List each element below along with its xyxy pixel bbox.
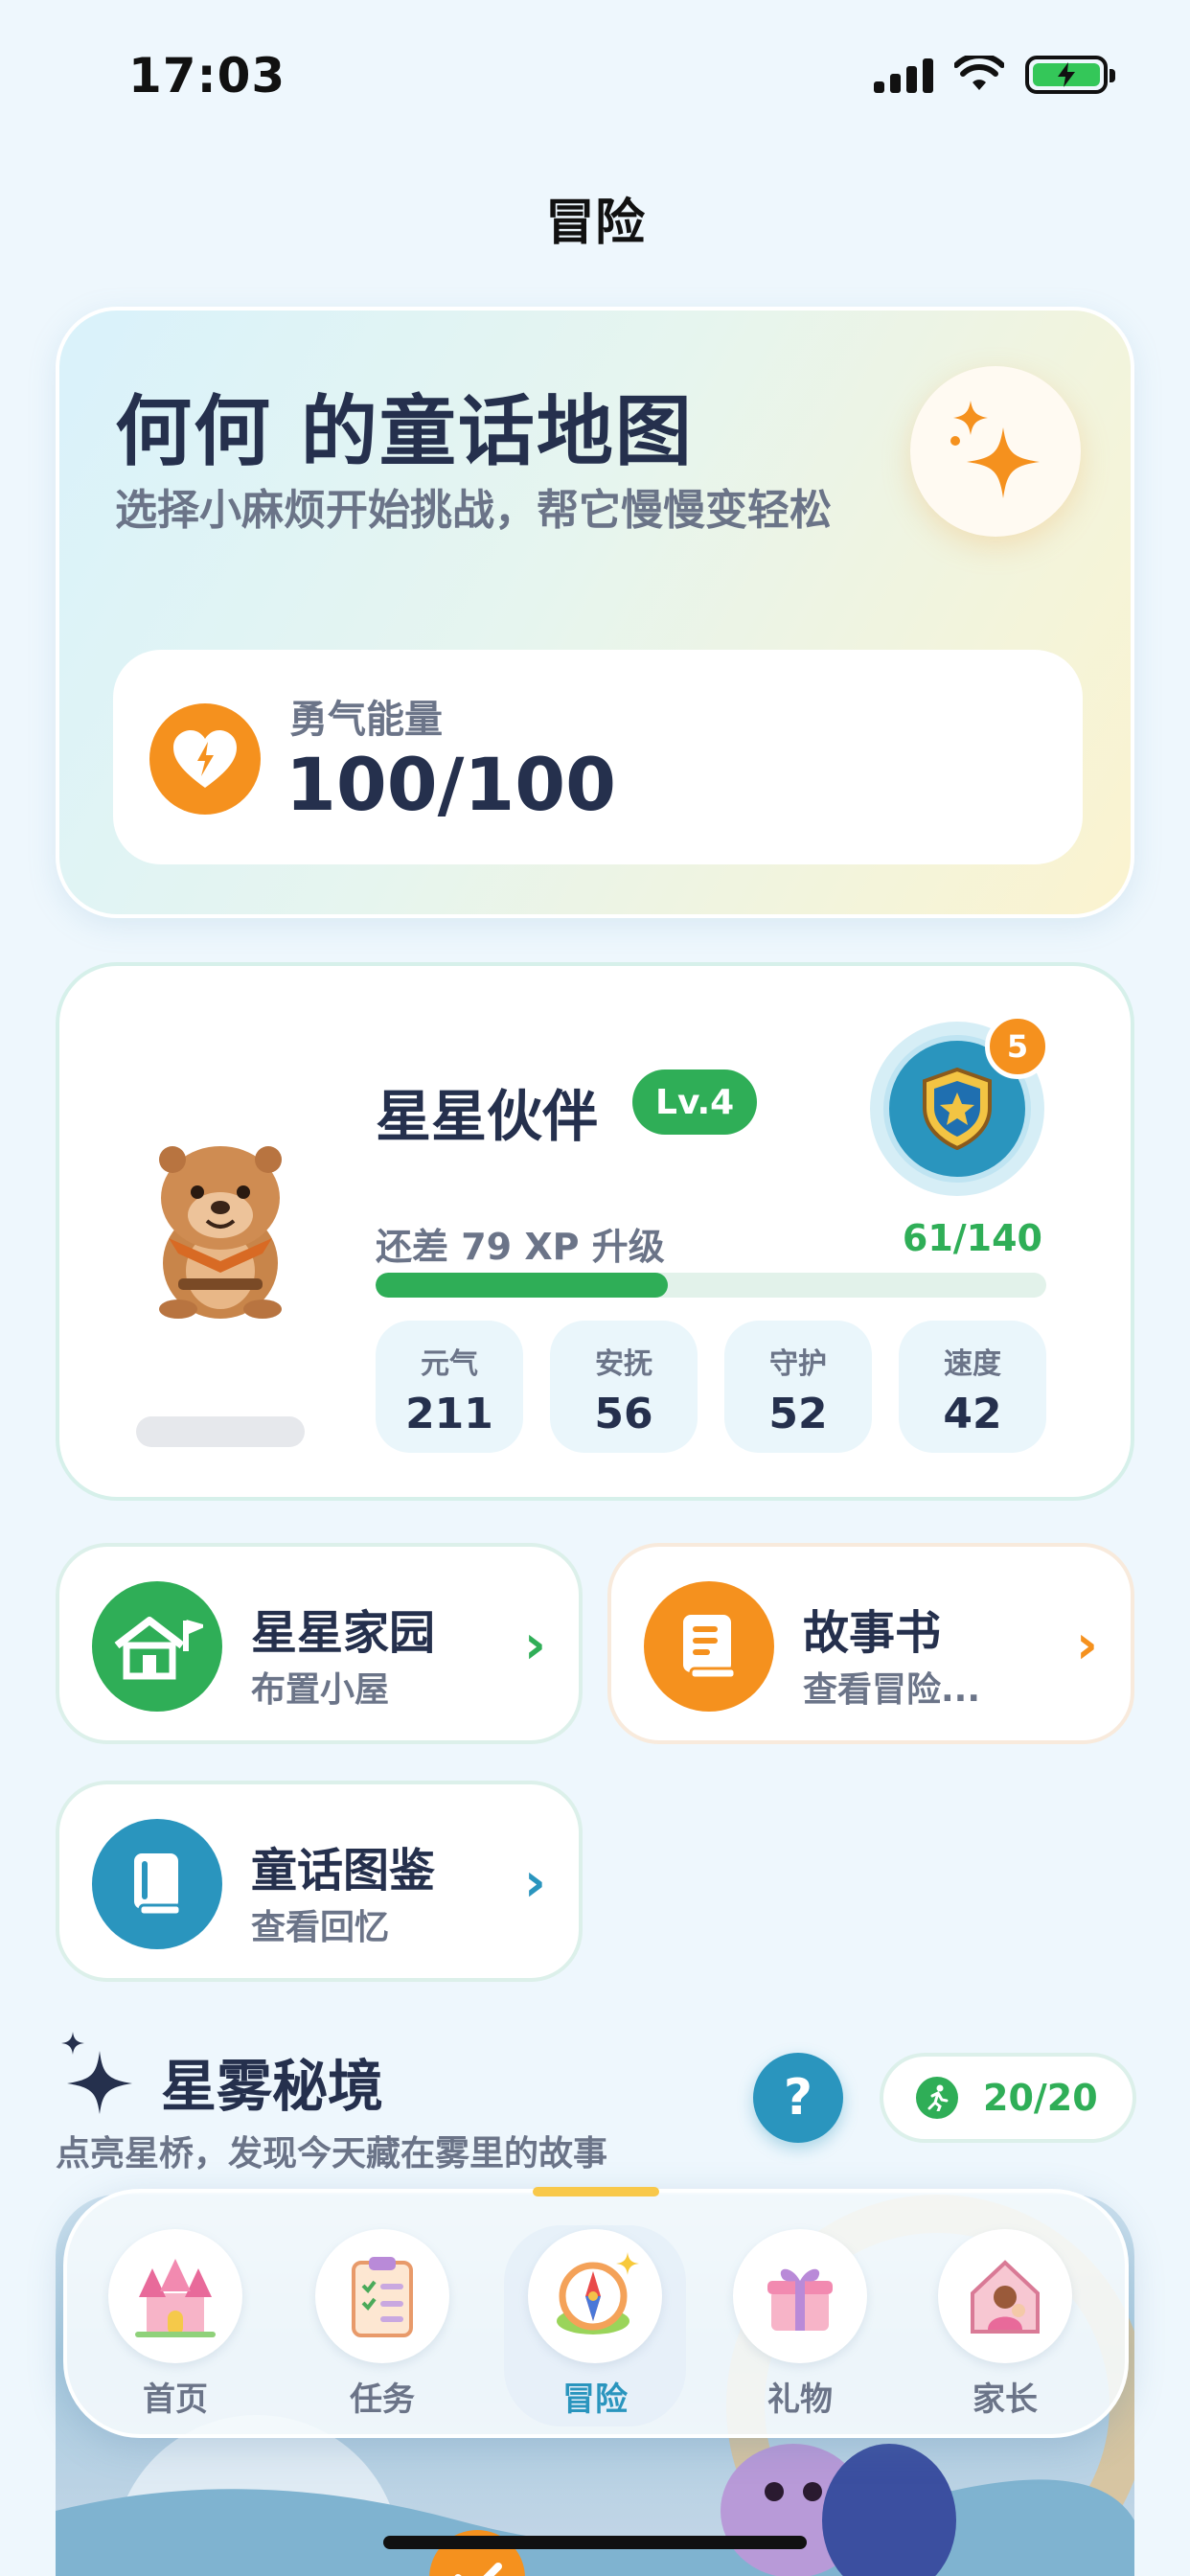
tab-adventure[interactable]: 冒险: [504, 2225, 686, 2426]
stat-label: 安抚: [595, 1347, 652, 1381]
energy-label: 勇气能量: [289, 698, 443, 742]
medal-count-badge: 5: [985, 1014, 1050, 1079]
section-title: 星雾秘境: [161, 2054, 384, 2119]
tile-subtitle: 查看回忆: [251, 1908, 390, 1947]
book-icon: [644, 1581, 774, 1712]
stat-speed: 速度 42: [899, 1321, 1046, 1453]
cellular-signal-icon: [874, 57, 933, 93]
page-title: 冒险: [544, 195, 645, 252]
tile-subtitle: 布置小屋: [251, 1670, 390, 1710]
heart-energy-icon: [149, 703, 261, 815]
map-title: 何何 的童话地图: [115, 387, 694, 476]
status-icons: [874, 56, 1115, 94]
castle-icon: [108, 2229, 242, 2363]
tab-label: 礼物: [767, 2380, 833, 2419]
help-button[interactable]: ?: [753, 2053, 843, 2143]
storybook-tile[interactable]: 故事书 查看冒险... ›: [607, 1543, 1134, 1744]
tile-title: 童话图鉴: [251, 1844, 436, 1898]
courage-energy-panel: 勇气能量 100/100: [113, 650, 1083, 864]
status-time: 17:03: [128, 48, 286, 104]
sparkle-icon: [61, 2032, 132, 2114]
stat-comfort: 安抚 56: [550, 1321, 698, 1453]
tile-title: 星星家园: [251, 1606, 436, 1660]
house-icon: [92, 1581, 222, 1712]
partner-name: 星星伙伴: [376, 1084, 599, 1149]
fairy-map-card: 何何 的童话地图 选择小麻烦开始挑战，帮它慢慢变轻松 勇气能量 100/100: [56, 307, 1134, 918]
shield-star-icon: [923, 1068, 992, 1150]
tile-subtitle: 查看冒险...: [803, 1670, 981, 1710]
energy-value: 100/100: [286, 742, 617, 827]
stat-value: 52: [768, 1390, 828, 1438]
album-icon: [92, 1819, 222, 1949]
battery-icon: [1025, 56, 1115, 94]
level-badge: Lv.4: [632, 1070, 758, 1135]
gift-icon: [733, 2229, 867, 2363]
clipboard-icon: [315, 2229, 449, 2363]
chevron-right-icon: ›: [523, 1614, 546, 1676]
stamina-pill[interactable]: 20/20: [880, 2053, 1136, 2143]
stat-label: 守护: [769, 1347, 827, 1381]
stat-label: 速度: [944, 1347, 1001, 1381]
stamina-value: 20/20: [983, 2077, 1098, 2119]
tab-home[interactable]: 首页: [84, 2225, 266, 2426]
tab-gifts[interactable]: 礼物: [709, 2225, 891, 2426]
tab-label: 冒险: [562, 2380, 628, 2419]
active-tab-indicator: [533, 2187, 659, 2196]
running-icon: [916, 2077, 958, 2119]
parent-icon: [938, 2229, 1072, 2363]
fairy-album-tile[interactable]: 童话图鉴 查看回忆 ›: [56, 1781, 583, 1982]
beaver-pet-icon[interactable]: [136, 1138, 305, 1321]
tab-label: 首页: [143, 2380, 208, 2419]
stat-value: 56: [594, 1390, 653, 1438]
section-subtitle: 点亮星桥，发现今天藏在雾里的故事: [56, 2134, 608, 2174]
xp-progress-bar: [376, 1273, 1046, 1298]
stats-row: 元气 211 安抚 56 守护 52 速度 42: [376, 1321, 1046, 1453]
tab-label: 任务: [350, 2380, 415, 2419]
stat-label: 元气: [421, 1347, 478, 1381]
compass-icon: [528, 2229, 662, 2363]
bottom-tab-bar: 首页 任务 冒险 礼物 家长: [63, 2187, 1129, 2438]
xp-progress-text: 61/140: [902, 1217, 1042, 1259]
tab-label: 家长: [973, 2380, 1038, 2419]
tile-title: 故事书: [803, 1606, 942, 1660]
partner-card[interactable]: 星星伙伴 Lv.4 5 还差 79 XP 升级 61/140 元气 211 安抚…: [56, 962, 1134, 1501]
xp-remaining-text: 还差 79 XP 升级: [376, 1226, 665, 1268]
stat-value: 211: [405, 1390, 493, 1438]
pet-shadow: [136, 1416, 305, 1447]
chevron-right-icon: ›: [523, 1852, 546, 1914]
star-home-tile[interactable]: 星星家园 布置小屋 ›: [56, 1543, 583, 1744]
map-subtitle: 选择小麻烦开始挑战，帮它慢慢变轻松: [115, 486, 832, 535]
wifi-icon: [954, 56, 1004, 90]
stat-value: 42: [943, 1390, 1002, 1438]
tab-parents[interactable]: 家长: [914, 2225, 1096, 2426]
sparkle-button[interactable]: [910, 366, 1081, 537]
xp-progress-fill: [376, 1273, 669, 1298]
chevron-right-icon: ›: [1075, 1614, 1098, 1676]
home-indicator: [383, 2536, 807, 2549]
sparkle-icon: [950, 401, 1040, 498]
stat-guard: 守护 52: [724, 1321, 872, 1453]
tab-tasks[interactable]: 任务: [291, 2225, 473, 2426]
stat-vitality: 元气 211: [376, 1321, 523, 1453]
